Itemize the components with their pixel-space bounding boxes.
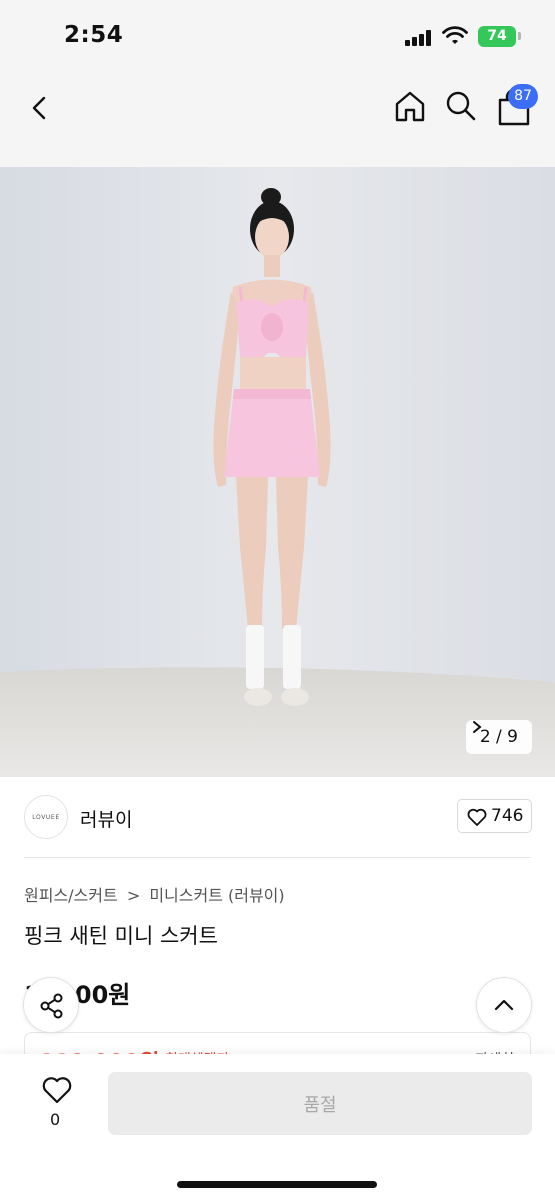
home-icon[interactable] (392, 88, 428, 124)
share-icon (40, 993, 63, 1019)
heart-icon (467, 808, 487, 826)
status-time: 2:54 (64, 22, 124, 48)
divider (24, 857, 531, 858)
nav-bar: 87 (0, 70, 555, 167)
battery-icon: 74 (478, 26, 516, 47)
chevron-right-icon (472, 721, 482, 733)
product-image-gallery[interactable]: 2 / 9 (0, 167, 555, 777)
seller-row[interactable]: LOVUEE 러뷰이 746 (24, 795, 532, 839)
breadcrumb-separator: > (126, 886, 141, 905)
seller-name[interactable]: 러뷰이 (80, 805, 132, 832)
cart-count-badge: 87 (508, 84, 538, 109)
wifi-icon (442, 26, 468, 44)
product-title: 핑크 새틴 미니 스커트 (24, 924, 218, 948)
like-button[interactable]: 746 (457, 799, 532, 833)
share-button[interactable] (23, 977, 79, 1033)
page-indicator-label: 2 / 9 (479, 727, 518, 747)
seller-logo[interactable]: LOVUEE (24, 795, 68, 839)
sold-out-button[interactable]: 품절 (108, 1072, 532, 1135)
battery-tip (518, 32, 521, 40)
scroll-top-button[interactable] (476, 977, 532, 1033)
home-indicator (177, 1181, 377, 1188)
wishlist-count: 0 (50, 1110, 61, 1129)
breadcrumb: 원피스/스커트 > 미니스커트 (러뷰이) (24, 882, 285, 906)
like-count: 746 (491, 806, 524, 826)
breadcrumb-item-subcategory[interactable]: 미니스커트 (러뷰이) (149, 886, 284, 905)
breadcrumb-item-category[interactable]: 원피스/스커트 (24, 886, 118, 905)
bottom-action-bar: 0 품절 (0, 1054, 555, 1200)
page-indicator: 2 / 9 (465, 720, 532, 754)
status-bar: 2:54 74 (0, 0, 555, 70)
chevron-left-icon[interactable] (22, 90, 58, 126)
signal-icon (405, 30, 433, 46)
search-icon[interactable] (443, 88, 479, 124)
wishlist-heart-icon[interactable] (42, 1076, 72, 1104)
chevron-up-icon (494, 999, 514, 1011)
product-photo (0, 167, 555, 777)
